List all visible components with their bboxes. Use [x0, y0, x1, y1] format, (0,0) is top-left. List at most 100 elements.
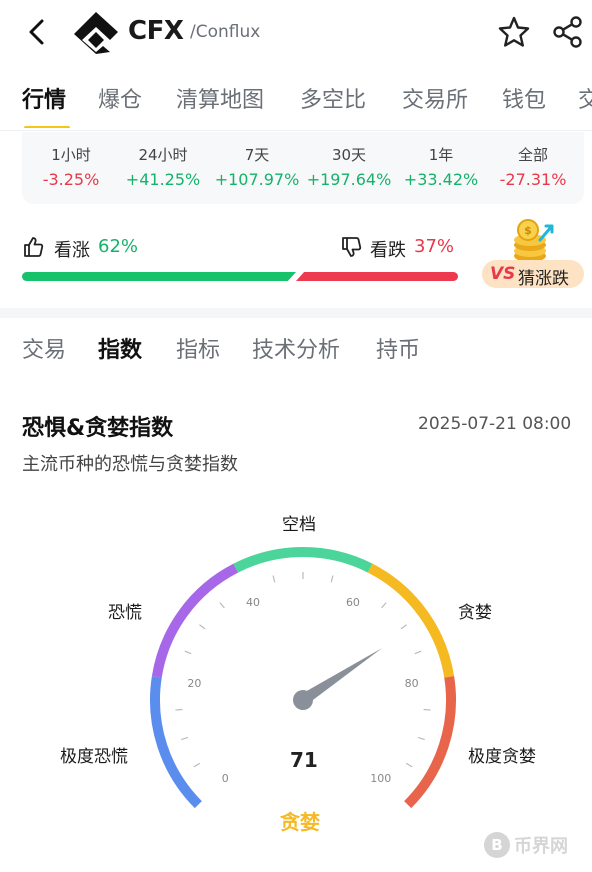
watermark-text: 币界网 — [514, 836, 568, 857]
perf-change: +107.97% — [214, 170, 300, 189]
subtab-indicators[interactable]: 指标 — [176, 332, 220, 364]
price-change-card: 1小时 -3.25% 24小时 +41.25% 7天 +107.97% 30天 … — [22, 132, 584, 204]
perf-1h: 1小时 -3.25% — [26, 144, 116, 189]
favorite-button[interactable] — [496, 14, 532, 50]
gauge-zone-arc — [233, 547, 373, 573]
gauge-zone-arc — [151, 563, 239, 678]
perf-period: 全部 — [517, 146, 548, 164]
bull-percent: 62% — [98, 236, 139, 257]
chevron-left-icon — [29, 19, 44, 45]
back-button[interactable] — [22, 16, 52, 48]
subtab-technical-analysis[interactable]: 技术分析 — [252, 332, 340, 364]
subtab-index[interactable]: 指数 — [98, 332, 142, 364]
gauge-tick — [400, 624, 407, 630]
gauge-tick-label: 100 — [370, 772, 391, 785]
perf-period: 24小时 — [138, 146, 188, 164]
fear-greed-gauge: 0 20 40 60 80 100 空档 恐慌 贪婪 极度恐慌 极度贪婪 71 贪婪 — [0, 490, 592, 850]
gauge-zone-arc — [404, 676, 456, 809]
gauge-tick — [199, 624, 206, 630]
bull-ratio-bar — [22, 272, 296, 281]
bear-label: 看跌 — [370, 240, 406, 261]
sentiment-bar: 看涨 62% 看跌 37% — [22, 228, 462, 288]
sub-tabs: 交易 指数 指标 技术分析 持币 — [0, 332, 592, 372]
gauge-zone-arc — [150, 676, 202, 809]
perf-period: 7天 — [244, 146, 270, 164]
zone-label-greed: 贪婪 — [458, 603, 492, 623]
coin-name: /Conflux — [190, 22, 261, 42]
perf-change: +41.25% — [125, 170, 201, 189]
active-tab-indicator — [24, 126, 70, 128]
gauge-tick — [219, 602, 225, 609]
gauge-tick-label: 60 — [346, 596, 360, 609]
vs-badge: VS — [490, 264, 516, 284]
perf-period: 1小时 — [51, 146, 91, 164]
bull-label: 看涨 — [54, 240, 90, 261]
gauge-tick-label: 80 — [405, 677, 419, 690]
divider — [0, 130, 592, 131]
gauge-tick — [423, 708, 431, 711]
gauge-tick — [381, 602, 387, 609]
thumbs-up-icon[interactable] — [22, 236, 44, 258]
star-icon — [498, 16, 530, 47]
guess-label: 猜涨跌 — [518, 269, 569, 289]
gauge-tick — [184, 650, 192, 655]
gauge-svg: 0 20 40 60 80 100 — [150, 547, 456, 809]
bear-ratio-bar — [296, 272, 458, 281]
gauge-zone-arc — [367, 563, 455, 678]
svg-text:$: $ — [524, 224, 532, 237]
perf-24h: 24小时 +41.25% — [118, 144, 208, 189]
gauge-tick-label: 40 — [246, 596, 260, 609]
top-bar: CFX /Conflux — [0, 0, 592, 64]
perf-period: 30天 — [331, 146, 367, 164]
perf-period: 1年 — [428, 146, 454, 164]
gauge-tick — [414, 650, 422, 655]
gauge-tick-label: 0 — [222, 772, 229, 785]
tab-more-cut[interactable]: 交 — [578, 82, 592, 114]
coin-symbol: CFX — [128, 16, 184, 46]
coins-icon: $ — [514, 219, 554, 262]
perf-change: -3.25% — [42, 170, 100, 189]
gauge-tick — [417, 736, 425, 741]
section-divider — [0, 308, 592, 318]
share-button[interactable] — [550, 14, 586, 50]
zone-label-extreme-greed: 极度贪婪 — [468, 747, 536, 767]
subtab-trade[interactable]: 交易 — [22, 332, 66, 364]
tab-market[interactable]: 行情 — [22, 82, 66, 114]
main-tabs: 行情 爆仓 清算地图 多空比 交易所 钱包 交 — [0, 72, 592, 128]
watermark: B 币界网 — [478, 826, 588, 862]
gauge-needle-hub — [293, 690, 313, 710]
perf-all: 全部 -27.31% — [488, 144, 578, 189]
tab-liquidation-map[interactable]: 清算地图 — [176, 82, 264, 114]
fear-greed-subtitle: 主流币种的恐慌与贪婪指数 — [22, 454, 238, 475]
bear-percent: 37% — [414, 236, 455, 257]
gauge-tick-label: 20 — [187, 677, 201, 690]
zone-label-extreme-fear: 极度恐慌 — [60, 747, 128, 767]
subtab-holders[interactable]: 持币 — [376, 332, 420, 364]
tab-liquidations[interactable]: 爆仓 — [98, 82, 142, 114]
svg-text:B: B — [491, 836, 502, 854]
perf-change: +33.42% — [403, 170, 479, 189]
bitcoin-icon: B — [484, 832, 510, 858]
zone-label-fear: 恐慌 — [108, 603, 142, 623]
gauge-tick — [405, 762, 413, 768]
tab-wallet[interactable]: 钱包 — [502, 82, 546, 114]
perf-change: -27.31% — [499, 170, 567, 189]
perf-7d: 7天 +107.97% — [212, 144, 302, 189]
conflux-logo — [74, 12, 118, 54]
gauge-tick — [181, 736, 189, 741]
gauge-tick — [193, 762, 201, 768]
perf-1y: 1年 +33.42% — [396, 144, 486, 189]
perf-change: +197.64% — [306, 170, 392, 189]
perf-30d: 30天 +197.64% — [304, 144, 394, 189]
thumbs-down-icon[interactable] — [340, 236, 362, 258]
tab-exchanges[interactable]: 交易所 — [402, 82, 468, 114]
tab-long-short-ratio[interactable]: 多空比 — [300, 82, 366, 114]
gauge-value: 71 — [290, 748, 318, 772]
fear-greed-title: 恐惧&贪婪指数 — [22, 416, 174, 441]
guess-button[interactable]: $ VS 猜涨跌 — [478, 218, 584, 290]
zone-label-neutral: 空档 — [282, 515, 316, 535]
gauge-tick — [272, 575, 276, 583]
gauge-tick — [330, 575, 334, 583]
share-icon — [553, 16, 582, 48]
fear-greed-timestamp: 2025-07-21 08:00 — [418, 414, 572, 434]
